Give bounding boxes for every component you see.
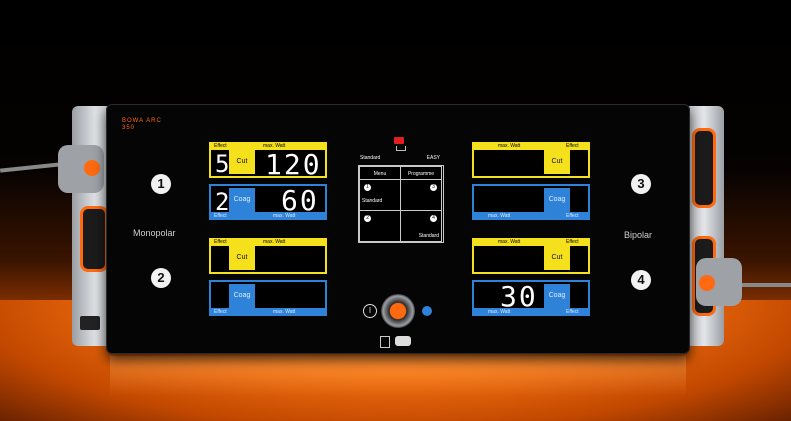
pedal-icon[interactable] — [395, 336, 411, 346]
ch1-coag-effect: 2 — [215, 188, 230, 216]
ch3-coag-panel[interactable]: Coag max. Watt Effect — [472, 184, 590, 220]
left-plug-button[interactable] — [84, 160, 100, 176]
effect-label: Effect — [214, 309, 227, 315]
effect-label: Effect — [214, 213, 227, 219]
screen-header-left: Standard — [360, 155, 381, 161]
power-button[interactable] — [381, 294, 415, 328]
screen-icon-d: 4 — [430, 215, 437, 222]
monopolar-socket-panel[interactable] — [80, 206, 108, 272]
ch1-coag-panel[interactable]: 2 Coag 60 Effect max. Watt — [209, 184, 327, 220]
ch4-coag-panel[interactable]: 30 Coag max. Watt Effect — [472, 280, 590, 316]
ch4-cut-mode: Cut — [544, 246, 570, 270]
monopolar-label: Monopolar — [133, 228, 176, 238]
bipolar-socket-panel-upper[interactable] — [692, 128, 716, 208]
ch1-coag-caption: Effect max. Watt — [211, 212, 325, 220]
device-right-side — [684, 106, 724, 346]
status-led-icon — [422, 306, 432, 316]
ch2-cut-caption: Effect max. Watt — [211, 238, 325, 246]
tray-icon — [396, 146, 406, 151]
socket-4-indicator: 4 — [631, 270, 651, 290]
logo-text: BOWA ARC 350 — [122, 118, 162, 131]
screen-sub-text: Standard — [362, 198, 383, 204]
screen-cell-3[interactable]: 2 — [359, 210, 401, 242]
effect-label: Effect — [566, 239, 579, 245]
screen-header-right: EASY — [426, 155, 440, 161]
ch2-coag-caption: Effect max. Watt — [211, 308, 325, 316]
right-plug-button[interactable] — [699, 275, 715, 291]
brand-logo: BOWA ARC 350 — [122, 118, 162, 132]
max-watt-label: max. Watt — [498, 143, 521, 149]
ch3-coag-mode: Coag — [544, 188, 570, 212]
socket-3-indicator: 3 — [631, 174, 651, 194]
ch4-coag-caption: max. Watt Effect — [474, 308, 588, 316]
footswitch-socket[interactable] — [80, 316, 100, 330]
max-watt-label: max. Watt — [488, 213, 511, 219]
max-watt-label: max. Watt — [488, 309, 511, 315]
socket-1-indicator: 1 — [151, 174, 171, 194]
ch2-cut-panel[interactable]: Effect max. Watt Cut — [209, 238, 327, 274]
ch1-coag-watt: 60 — [281, 184, 319, 217]
bipolar-label: Bipolar — [624, 230, 653, 240]
ch1-coag-mode: Coag — [229, 188, 255, 212]
warning-indicator-icon — [394, 137, 404, 144]
ch1-cut-watt: 120 — [265, 148, 322, 181]
ch4-cut-panel[interactable]: max. Watt Effect Cut — [472, 238, 590, 274]
screen-cell-1[interactable]: 1 Standard — [359, 179, 401, 211]
standby-icon[interactable]: I — [363, 304, 377, 318]
footswitch-icon[interactable] — [380, 336, 390, 348]
effect-label: Effect — [566, 143, 579, 149]
ch3-cut-mode: Cut — [544, 150, 570, 174]
max-watt-label: max. Watt — [498, 239, 521, 245]
max-watt-label: max. Watt — [263, 239, 286, 245]
menu-button[interactable]: Menu — [359, 166, 401, 180]
ch1-cut-mode: Cut — [229, 150, 255, 174]
max-watt-label: max. Watt — [273, 309, 296, 315]
effect-label: Effect — [566, 213, 579, 219]
programme-button[interactable]: Programme — [400, 166, 442, 180]
ch3-cut-caption: max. Watt Effect — [474, 142, 588, 150]
screen-icon-a: 1 — [364, 184, 371, 191]
ch2-cut-mode: Cut — [229, 246, 255, 270]
screen-icon-b: 3 — [430, 184, 437, 191]
screen-cell-2[interactable]: 3 — [400, 179, 442, 211]
center-display: Menu Programme 1 Standard 3 2 4 Standard — [358, 165, 444, 243]
effect-label: Effect — [214, 143, 227, 149]
ch3-coag-caption: max. Watt Effect — [474, 212, 588, 220]
ch4-coag-watt: 30 — [500, 280, 538, 313]
screen-bottom-text: Standard — [418, 233, 439, 239]
screen-cell-4[interactable]: 4 Standard — [400, 210, 442, 242]
effect-label: Effect — [214, 239, 227, 245]
ch4-cut-caption: max. Watt Effect — [474, 238, 588, 246]
device-reflection — [110, 356, 686, 396]
ch1-cut-panel[interactable]: Effect max. Watt 5 Cut 120 — [209, 142, 327, 181]
screen-header: Standard EASY — [360, 155, 442, 161]
ch2-coag-mode: Coag — [229, 284, 255, 308]
socket-2-indicator: 2 — [151, 268, 171, 288]
ch1-cut-effect: 5 — [215, 150, 230, 178]
max-watt-label: max. Watt — [273, 213, 296, 219]
ch3-cut-panel[interactable]: max. Watt Effect Cut — [472, 142, 590, 178]
effect-label: Effect — [566, 309, 579, 315]
ch4-coag-mode: Coag — [544, 284, 570, 308]
screen-icon-c: 2 — [364, 215, 371, 222]
ch2-coag-panel[interactable]: Coag Effect max. Watt — [209, 280, 327, 316]
